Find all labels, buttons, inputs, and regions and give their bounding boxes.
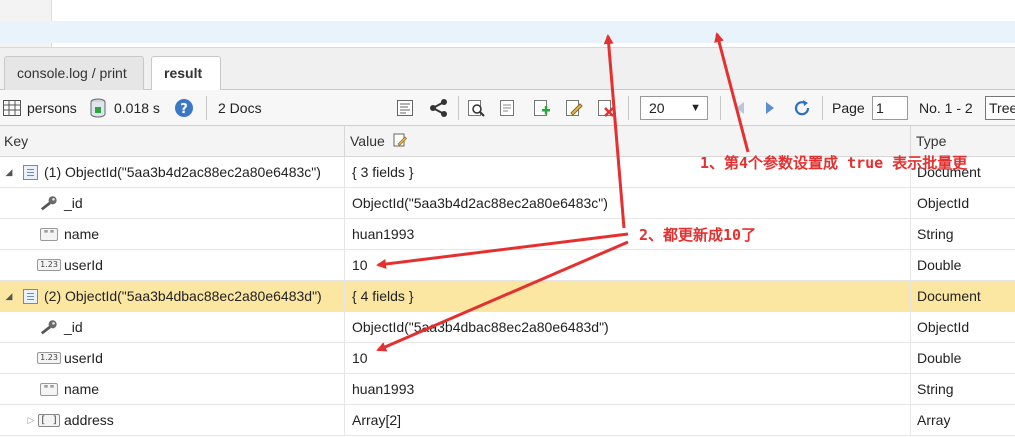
collection-name: persons [27,100,77,116]
value-cell[interactable]: huan1993 [346,374,911,405]
database-icon [88,98,108,118]
table-row[interactable]: 1.23 userId 10 Double [0,250,1015,281]
table-row[interactable]: 1.23 userId 10 Double [0,343,1015,374]
document-icon [21,288,39,304]
expand-triangle-icon[interactable]: ◢ [4,157,14,187]
toolbar-separator [822,96,823,120]
find-document-icon[interactable] [466,98,486,118]
type-cell: ObjectId [917,319,970,335]
edit-document-icon[interactable] [498,98,518,118]
key-cell: 1.23 userId [0,250,345,281]
value-cell[interactable]: ObjectId("5aa3b4dbac88ec2a80e6483d") [346,312,911,343]
toolbar-separator [206,96,207,120]
toolbar-separator [628,96,629,120]
type-cell: Double [917,350,962,366]
table-row[interactable]: ▷ [ ] address Array[2] Array [0,405,1015,436]
tab-console-log[interactable]: console.log / print [4,56,144,90]
page-number-input[interactable]: 1 [872,96,908,120]
type-cell: String [917,226,954,242]
key-label: (2) ObjectId("5aa3b4dbac88ec2a80e6483d") [44,288,322,304]
help-icon[interactable]: ? [174,98,194,118]
result-tabbar: console.log / print result [0,48,1015,91]
chevron-down-icon: ▼ [690,102,701,114]
table-row[interactable]: "" name huan1993 String [0,374,1015,405]
key-icon [40,195,58,211]
table-row[interactable]: ◢ (2) ObjectId("5aa3b4dbac88ec2a80e6483d… [0,281,1015,312]
view-mode-select[interactable]: Tree [985,96,1015,120]
code-editor[interactable]: 20 db.persons.update({"name":"huan1993"}… [0,0,1015,48]
previous-page-icon[interactable] [730,98,750,118]
key-cell: "" name [0,374,345,405]
array-icon: [ ] [37,413,61,427]
column-header-value-label: Value [350,133,385,149]
key-label: (1) ObjectId("5aa3b4d2ac88ec2a80e6483c") [44,164,321,180]
key-label: name [64,226,100,242]
key-cell: ◢ (1) ObjectId("5aa3b4d2ac88ec2a80e6483c… [0,157,345,188]
code-line-22[interactable]: 22 [0,39,1015,47]
type-cell: Double [917,257,962,273]
toolbar-separator [720,96,721,120]
add-document-icon[interactable] [532,98,552,118]
tab-result[interactable]: result [151,56,221,91]
share-icon[interactable] [429,98,449,118]
text-view-icon[interactable] [395,98,415,118]
key-cell: _id [0,188,345,219]
key-label: _id [64,319,83,335]
key-cell: ▷ [ ] address [0,405,345,436]
key-cell: 1.23 userId [0,343,345,374]
table-row[interactable]: _id ObjectId("5aa3b4dbac88ec2a80e6483d")… [0,312,1015,343]
key-cell: "" name [0,219,345,250]
string-icon: "" [39,381,59,397]
annotation-note-1: 1、第4个参数设置成 true 表示批量更 [700,154,968,172]
key-label: userId [64,350,103,366]
toolbar-separator [458,96,459,120]
key-cell: ◢ (2) ObjectId("5aa3b4dbac88ec2a80e6483d… [0,281,345,312]
document-icon [21,164,39,180]
number-icon: 1.23 [37,257,61,273]
value-cell[interactable]: huan1993 [346,219,911,250]
key-label: name [64,381,100,397]
table-view-icon[interactable] [2,98,22,118]
number-icon: 1.23 [37,350,61,366]
value-cell[interactable]: 10 [346,343,911,374]
type-cell: Array [917,412,951,428]
string-icon: "" [39,226,59,242]
value-cell[interactable]: 10 [346,250,911,281]
value-cell[interactable]: { 4 fields } [346,281,911,312]
expand-triangle-icon[interactable]: ◢ [4,281,14,311]
document-count: 2 Docs [218,100,262,116]
type-cell: Document [917,288,981,304]
result-range: No. 1 - 2 [919,100,973,116]
value-cell[interactable]: ObjectId("5aa3b4d2ac88ec2a80e6483c") [346,188,911,219]
key-label: userId [64,257,103,273]
next-page-icon[interactable] [760,98,780,118]
page-size-select[interactable]: 20 ▼ [640,96,708,120]
collapsed-triangle-icon[interactable]: ▷ [26,405,36,435]
page-size-value: 20 [649,100,665,116]
key-label: address [64,412,114,428]
key-label: _id [64,195,83,211]
table-row[interactable]: _id ObjectId("5aa3b4d2ac88ec2a80e6483c")… [0,188,1015,219]
edit-icon[interactable] [393,127,407,158]
key-icon [40,319,58,335]
annotation-note-2: 2、都更新成10了 [639,226,757,244]
delete-document-icon[interactable] [596,98,616,118]
svg-text:?: ? [180,102,188,117]
table-row[interactable]: "" name huan1993 String [0,219,1015,250]
query-time: 0.018 s [114,100,160,116]
page-label: Page [832,100,865,116]
type-cell: ObjectId [917,195,970,211]
column-header-key[interactable]: Key [0,126,345,157]
refresh-icon[interactable] [792,98,812,118]
key-cell: _id [0,312,345,343]
edit-field-icon[interactable] [564,98,584,118]
type-cell: String [917,381,954,397]
value-cell[interactable]: Array[2] [346,405,911,436]
result-toolbar: persons 0.018 s ? 2 Docs 20 ▼ Page 1 No.… [0,90,1015,126]
